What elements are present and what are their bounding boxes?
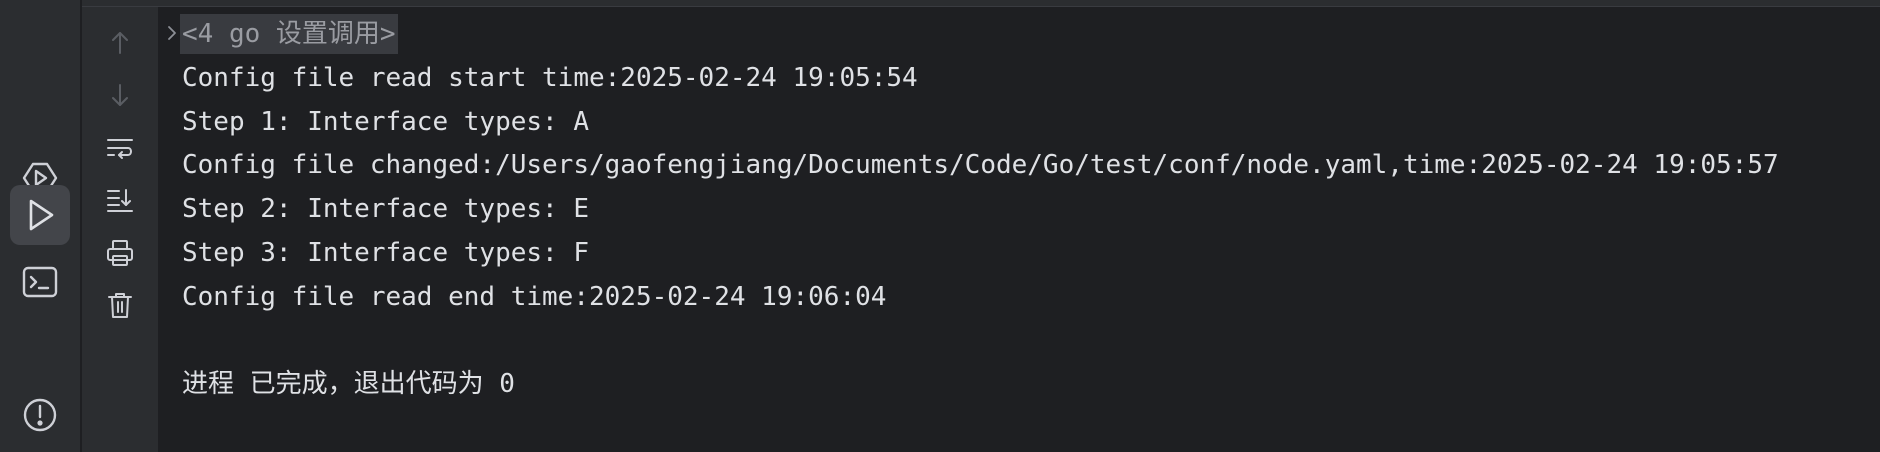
- run-tool-button[interactable]: [10, 185, 70, 245]
- chevron-right-icon: [168, 26, 176, 40]
- run-icon: [29, 199, 54, 231]
- console-line: Step 1: Interface types: A: [182, 107, 589, 137]
- ide-run-panel: <4 go 设置调用> Config file read start time:…: [0, 0, 1880, 452]
- print-button[interactable]: [102, 235, 138, 271]
- console-line: Config file changed:/Users/gaofengjiang/…: [182, 150, 1779, 180]
- clear-all-button[interactable]: [102, 287, 138, 323]
- tool-window-stripe: [0, 0, 82, 452]
- process-exit-message: 进程 已完成，退出代码为 0: [182, 369, 515, 399]
- soft-wrap-button[interactable]: [102, 130, 138, 166]
- problems-tool-button[interactable]: [10, 385, 70, 445]
- console-output[interactable]: <4 go 设置调用> Config file read start time:…: [160, 7, 1880, 452]
- console-line: Step 2: Interface types: E: [182, 194, 589, 224]
- arrow-down-icon: [112, 84, 128, 106]
- arrow-up-icon: [112, 32, 128, 54]
- console-toolbar: [82, 7, 158, 452]
- console-line: Config file read start time:2025-02-24 1…: [182, 63, 918, 93]
- terminal-tool-button[interactable]: [10, 252, 70, 312]
- console-header-line: <4 go 设置调用>: [180, 14, 398, 54]
- soft-wrap-icon: [107, 139, 133, 159]
- scroll-to-end-button[interactable]: [102, 182, 138, 218]
- problems-icon: [23, 398, 57, 432]
- terminal-icon: [22, 266, 58, 298]
- trash-icon: [108, 293, 132, 318]
- console-line: Config file read end time:2025-02-24 19:…: [182, 282, 887, 312]
- panel-top-border: [82, 0, 1880, 7]
- console-line: Step 3: Interface types: F: [182, 238, 589, 268]
- previous-occurrence-button[interactable]: [102, 25, 138, 61]
- print-icon: [107, 240, 133, 266]
- fold-toggle[interactable]: [164, 23, 180, 43]
- next-occurrence-button[interactable]: [102, 77, 138, 113]
- scroll-to-end-icon: [107, 189, 133, 212]
